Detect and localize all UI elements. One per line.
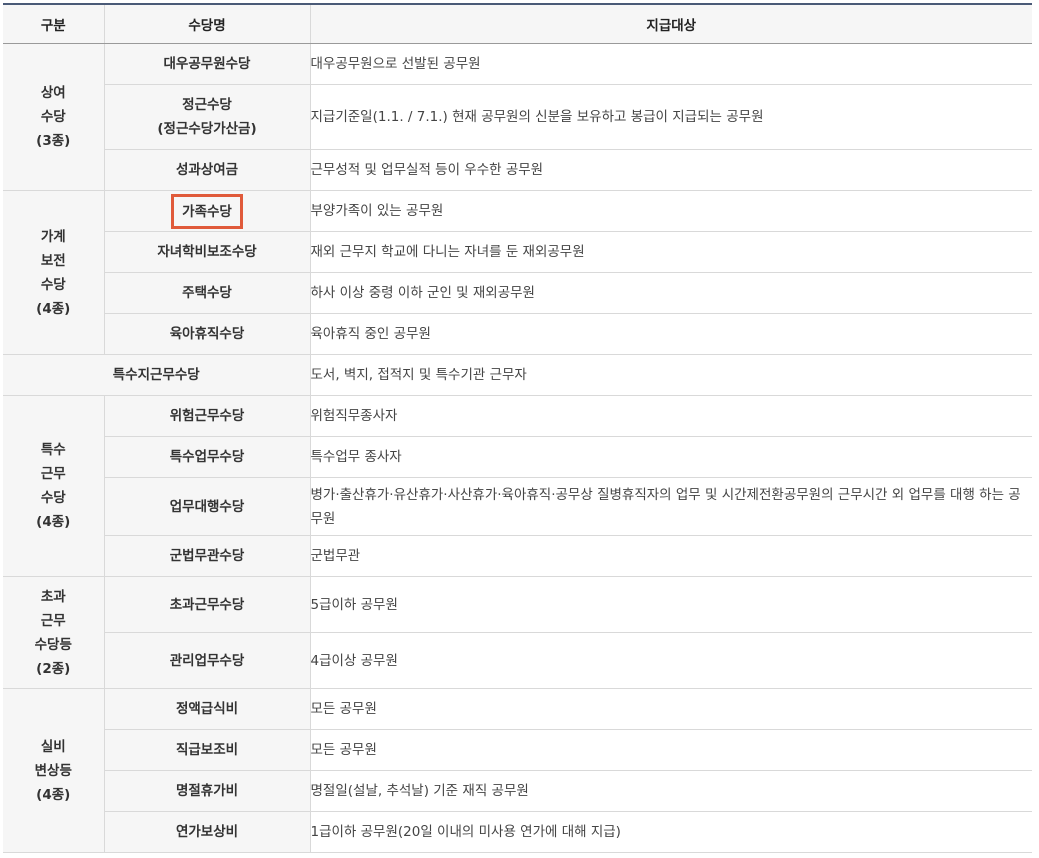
category-household: 가계 보전 수당 (4종) — [3, 190, 104, 355]
allowance-table: 구분 수당명 지급대상 상여 수당 (3종) 대우공무원수당 대우공무원으로 선… — [3, 3, 1032, 853]
allowance-name: 주택수당 — [103, 272, 310, 314]
allowance-name: 특수지근무수당 — [3, 354, 310, 396]
allowance-target: 모든 공무원 — [309, 729, 1032, 771]
allowance-target: 하사 이상 중령 이하 군인 및 재외공무원 — [309, 272, 1032, 314]
table-row: 직급보조비 모든 공무원 — [3, 729, 1032, 771]
table-row: 성과상여금 근무성적 및 업무실적 등이 우수한 공무원 — [3, 149, 1032, 191]
allowance-target: 부양가족이 있는 공무원 — [309, 190, 1032, 232]
table-row: 자녀학비보조수당 재외 근무지 학교에 다니는 자녀를 둔 재외공무원 — [3, 231, 1032, 273]
table-row: 특수 근무 수당 (4종) 위험근무수당 위험직무종사자 — [3, 395, 1032, 577]
allowance-name: 직급보조비 — [103, 729, 310, 771]
category-expenses: 실비 변상등 (4종) — [3, 688, 104, 853]
table-row: 실비 변상등 (4종) 정액급식비 모든 공무원 — [3, 688, 1032, 853]
allowance-name: 군법무관수당 — [103, 535, 310, 577]
table-row: 주택수당 하사 이상 중령 이하 군인 및 재외공무원 — [3, 272, 1032, 314]
table-row: 업무대행수당 병가·출산휴가·유산휴가·사산휴가·육아휴직·공무상 질병휴직자의… — [3, 477, 1032, 536]
allowance-target: 대우공무원으로 선발된 공무원 — [309, 43, 1032, 85]
allowance-target: 5급이하 공무원 — [309, 576, 1032, 633]
allowance-target: 위험직무종사자 — [309, 395, 1032, 437]
allowance-name: 특수업무수당 — [103, 436, 310, 478]
table-row: 특수업무수당 특수업무 종사자 — [3, 436, 1032, 478]
table-row: 연가보상비 1급이하 공무원(20일 이내의 미사용 연가에 대해 지급) — [3, 811, 1032, 853]
allowance-name: 대우공무원수당 — [103, 43, 310, 85]
allowance-name: 명절휴가비 — [103, 770, 310, 812]
allowance-target: 특수업무 종사자 — [309, 436, 1032, 478]
table-row: 특수지근무수당 도서, 벽지, 접적지 및 특수기관 근무자 — [3, 354, 1032, 396]
table-row: 군법무관수당 군법무관 — [3, 535, 1032, 577]
table-row: 초과 근무 수당등 (2종) 초과근무수당 5급이하 공무원 — [3, 576, 1032, 689]
allowance-target: 도서, 벽지, 접적지 및 특수기관 근무자 — [309, 354, 1032, 396]
allowance-target: 명절일(설날, 추석날) 기준 재직 공무원 — [309, 770, 1032, 812]
allowance-name-cell: 가족수당 — [103, 190, 310, 232]
category-overtime: 초과 근무 수당등 (2종) — [3, 576, 104, 689]
allowance-name: 관리업무수당 — [103, 632, 310, 689]
header-target: 지급대상 — [309, 3, 1032, 44]
allowance-target: 육아휴직 중인 공무원 — [309, 313, 1032, 355]
allowance-name: 정액급식비 — [103, 688, 310, 730]
allowance-name: 위험근무수당 — [103, 395, 310, 437]
header-category: 구분 — [3, 3, 104, 44]
allowance-target: 1급이하 공무원(20일 이내의 미사용 연가에 대해 지급) — [309, 811, 1032, 853]
table-row: 명절휴가비 명절일(설날, 추석날) 기준 재직 공무원 — [3, 770, 1032, 812]
allowance-name: 연가보상비 — [103, 811, 310, 853]
allowance-name: 초과근무수당 — [103, 576, 310, 633]
allowance-target: 근무성적 및 업무실적 등이 우수한 공무원 — [309, 149, 1032, 191]
category-bonus: 상여 수당 (3종) — [3, 43, 104, 191]
table-row: 정근수당 (정근수당가산금) 지급기준일(1.1. / 7.1.) 현재 공무원… — [3, 84, 1032, 150]
table-row: 가계 보전 수당 (4종) 가족수당 부양가족이 있는 공무원 — [3, 190, 1032, 355]
allowance-target: 군법무관 — [309, 535, 1032, 577]
allowance-name: 성과상여금 — [103, 149, 310, 191]
header-row: 구분 수당명 지급대상 — [3, 3, 1032, 44]
header-allowance: 수당명 — [103, 3, 310, 44]
highlighted-allowance-name: 가족수당 — [171, 193, 243, 229]
allowance-target: 4급이상 공무원 — [309, 632, 1032, 689]
allowance-target: 병가·출산휴가·유산휴가·사산휴가·육아휴직·공무상 질병휴직자의 업무 및 시… — [309, 477, 1032, 536]
allowance-name: 업무대행수당 — [103, 477, 310, 536]
table-row: 상여 수당 (3종) 대우공무원수당 대우공무원으로 선발된 공무원 — [3, 43, 1032, 191]
allowance-name: 자녀학비보조수당 — [103, 231, 310, 273]
table-row: 관리업무수당 4급이상 공무원 — [3, 632, 1032, 689]
allowance-name: 육아휴직수당 — [103, 313, 310, 355]
allowance-target: 지급기준일(1.1. / 7.1.) 현재 공무원의 신분을 보유하고 봉급이 … — [309, 84, 1032, 150]
category-special-duty: 특수 근무 수당 (4종) — [3, 395, 104, 577]
allowance-name: 정근수당 (정근수당가산금) — [103, 84, 310, 150]
table-row: 육아휴직수당 육아휴직 중인 공무원 — [3, 313, 1032, 355]
allowance-target: 모든 공무원 — [309, 688, 1032, 730]
allowance-target: 재외 근무지 학교에 다니는 자녀를 둔 재외공무원 — [309, 231, 1032, 273]
